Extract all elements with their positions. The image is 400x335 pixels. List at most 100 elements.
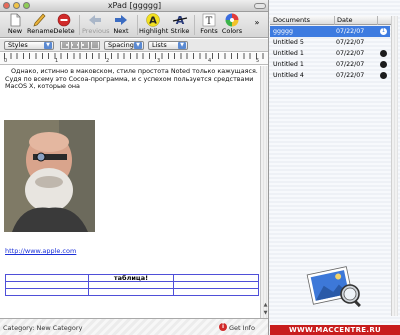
align-justify-button[interactable] <box>90 41 100 50</box>
highlight-icon: A <box>146 13 160 27</box>
previous-button-label: Previous <box>82 27 110 35</box>
document-date: 07/22/07 <box>336 28 365 35</box>
document-date: 07/22/07 <box>336 72 365 79</box>
document-badge <box>380 61 387 68</box>
document-badge <box>380 72 387 79</box>
styles-popup[interactable]: Styles ▼ <box>4 41 54 50</box>
toolbar: New Rename Delete Previous Next A Highli… <box>0 12 268 38</box>
ruler-label: 1 <box>55 58 59 64</box>
get-info-button[interactable]: Get Info <box>229 324 255 332</box>
colors-button[interactable]: Colors <box>219 13 245 37</box>
table-cell[interactable] <box>5 288 89 296</box>
align-right-icon <box>82 42 88 48</box>
rename-button[interactable]: Rename <box>27 13 54 37</box>
document-table[interactable]: таблица! <box>5 274 259 296</box>
document-editor[interactable]: Однако, истинно в маковском, стиле прост… <box>0 66 260 318</box>
document-date: 07/22/07 <box>336 61 365 68</box>
table-row <box>5 281 259 289</box>
align-left-icon <box>62 42 68 48</box>
strike-button[interactable]: A Strike <box>167 13 193 37</box>
editor-scrollbar[interactable]: ▲ ▼ <box>260 66 268 318</box>
document-badge: 1 <box>380 28 387 35</box>
table-cell[interactable] <box>88 281 174 289</box>
align-center-button[interactable] <box>70 41 80 50</box>
toolbar-toggle-button[interactable] <box>254 3 266 9</box>
rename-button-label: Rename <box>27 27 54 35</box>
document-date: 07/22/07 <box>336 39 365 46</box>
document-link[interactable]: http://www.apple.com <box>5 247 76 255</box>
table-cell[interactable] <box>5 281 89 289</box>
spacing-popup[interactable]: Spacing ▼ <box>104 41 144 50</box>
styles-popup-label: Styles <box>8 41 28 49</box>
ruler-label: 3 <box>157 58 161 64</box>
table-row: таблица! <box>5 274 259 282</box>
spacing-popup-label: Spacing <box>108 41 134 49</box>
column-header-date[interactable]: Date <box>337 17 353 24</box>
table-cell[interactable] <box>173 281 259 289</box>
toolbar-separator <box>194 15 195 35</box>
document-row[interactable]: Untitled 1 07/22/07 <box>270 59 390 70</box>
title-bar[interactable]: xPad [ggggg] <box>0 0 268 12</box>
preview-app-icon <box>306 266 361 308</box>
popup-arrow-icon: ▼ <box>44 42 52 49</box>
documents-list: ggggg 07/22/07 1 Untitled 5 07/22/07 Unt… <box>270 26 390 81</box>
table-cell[interactable]: таблица! <box>88 274 174 282</box>
align-center-icon <box>72 42 78 48</box>
document-name: Untitled 1 <box>273 50 304 57</box>
table-cell[interactable] <box>173 274 259 282</box>
fonts-glyph: T <box>206 16 213 27</box>
table-cell[interactable] <box>88 288 174 296</box>
documents-table-header: Documents Date <box>270 16 398 25</box>
document-name: Untitled 4 <box>273 72 304 79</box>
popup-arrow-icon: ▼ <box>134 42 142 49</box>
arrow-left-icon <box>89 15 101 25</box>
align-right-button[interactable] <box>80 41 90 50</box>
next-button[interactable]: Next <box>108 13 134 37</box>
delete-button[interactable]: Delete <box>51 13 77 37</box>
lists-popup[interactable]: Lists ▼ <box>148 41 188 50</box>
previous-button[interactable]: Previous <box>82 13 110 37</box>
portrait-photo-icon <box>4 120 95 232</box>
strike-button-label: Strike <box>170 27 190 35</box>
document-name: Untitled 5 <box>273 39 304 46</box>
lists-popup-label: Lists <box>152 41 167 49</box>
drawer-scrollbar[interactable] <box>391 16 398 316</box>
document-name: Untitled 1 <box>273 61 304 68</box>
align-left-button[interactable] <box>60 41 70 50</box>
next-button-label: Next <box>113 27 129 35</box>
document-row[interactable]: ggggg 07/22/07 1 <box>270 26 390 37</box>
new-button-label: New <box>7 27 23 35</box>
status-bar: Category: New Category i Get Info <box>0 318 268 335</box>
color-wheel-icon <box>225 13 239 27</box>
column-divider[interactable] <box>334 16 335 25</box>
new-button[interactable]: New <box>2 13 28 37</box>
document-name: ggggg <box>273 28 293 35</box>
ruler[interactable]: 0 1 2 3 4 5 <box>0 53 268 65</box>
column-header-documents[interactable]: Documents <box>273 17 310 24</box>
delete-button-label: Delete <box>53 27 75 35</box>
scroll-down-icon[interactable]: ▼ <box>262 310 268 317</box>
arrow-right-icon <box>115 15 127 25</box>
colors-button-label: Colors <box>221 27 243 35</box>
document-row[interactable]: Untitled 4 07/22/07 <box>270 70 390 81</box>
column-divider[interactable] <box>377 16 378 25</box>
font-icon: T <box>202 13 216 27</box>
toolbar-separator <box>79 15 80 35</box>
table-cell[interactable] <box>5 274 89 282</box>
popup-arrow-icon: ▼ <box>178 42 186 49</box>
document-row[interactable]: Untitled 5 07/22/07 <box>270 37 390 48</box>
highlight-glyph: A <box>149 16 157 27</box>
table-row <box>5 288 259 296</box>
info-icon[interactable]: i <box>219 323 227 331</box>
ruler-label: 0 <box>4 58 8 64</box>
table-cell[interactable] <box>173 288 259 296</box>
highlight-button[interactable]: A Highlight <box>139 13 168 37</box>
document-paragraph: Однако, истинно в маковском, стиле прост… <box>5 67 258 90</box>
category-label[interactable]: Category: New Category <box>3 324 82 332</box>
document-row[interactable]: Untitled 1 07/22/07 <box>270 48 390 59</box>
ruler-label: 2 <box>106 58 110 64</box>
scroll-up-icon[interactable]: ▲ <box>262 302 268 309</box>
align-justify-icon <box>92 42 98 48</box>
embedded-photo[interactable] <box>4 120 95 232</box>
new-document-icon <box>10 13 21 27</box>
